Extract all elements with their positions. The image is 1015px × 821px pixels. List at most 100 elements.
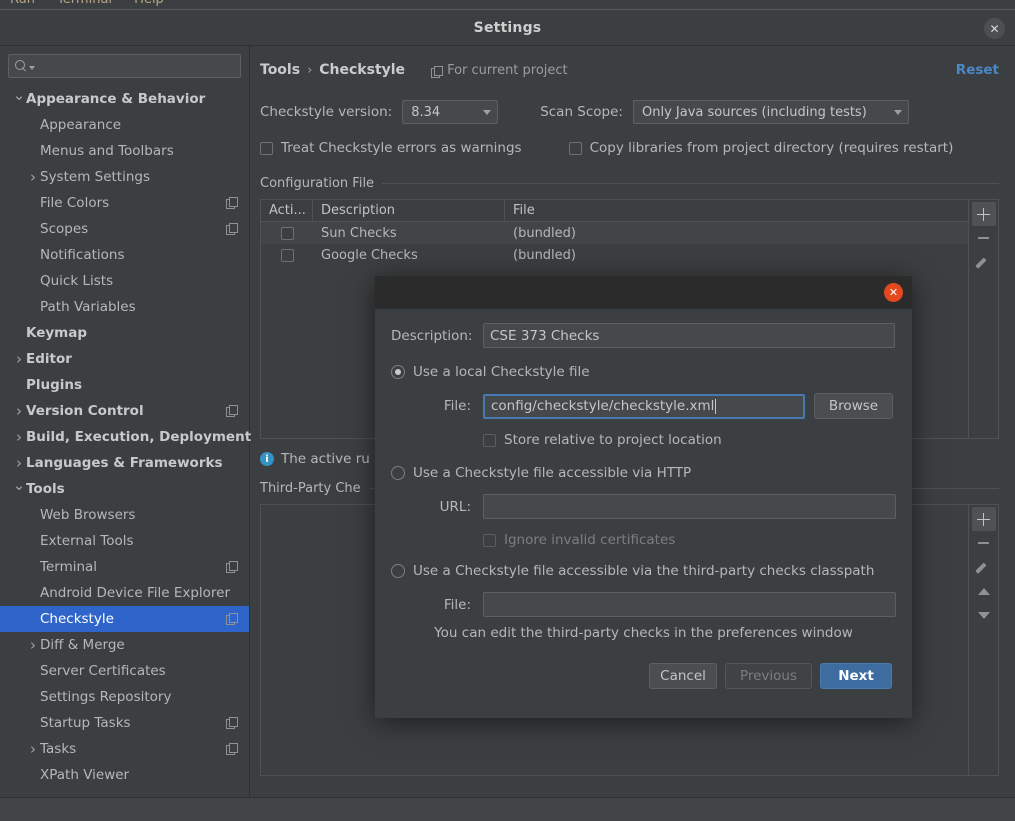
sidebar-item-file-colors[interactable]: File Colors (0, 190, 249, 216)
ignore-invalid-certificates-checkbox[interactable] (483, 533, 496, 547)
cancel-button[interactable]: Cancel (649, 663, 717, 689)
move-down-icon[interactable] (972, 603, 996, 627)
copy-libraries-checkbox[interactable] (568, 141, 582, 155)
sidebar-item-checkstyle[interactable]: Checkstyle (0, 606, 249, 632)
sidebar-item-tools[interactable]: Tools (0, 476, 249, 502)
sidebar-item-terminal[interactable]: Terminal (0, 554, 249, 580)
edit-icon[interactable] (972, 555, 996, 579)
chevron-right-icon[interactable] (12, 456, 26, 471)
ide-menu-item-run[interactable]: Run (10, 0, 35, 7)
local-file-input[interactable]: config/checkstyle/checkstyle.xml (483, 393, 805, 419)
copy-settings-icon[interactable] (226, 743, 238, 755)
use-local-file-radio[interactable] (391, 365, 405, 379)
sidebar-item-build-execution-deployment[interactable]: Build, Execution, Deployment (0, 424, 251, 450)
sidebar-item-label: Terminal (40, 559, 98, 575)
add-icon[interactable] (971, 507, 996, 531)
table-row[interactable]: Sun Checks (bundled) (261, 222, 968, 244)
search-input[interactable] (39, 59, 234, 73)
sidebar-item-version-control[interactable]: Version Control (0, 398, 249, 424)
chevron-right-icon[interactable] (26, 170, 40, 185)
sidebar-item-tasks[interactable]: Tasks (0, 736, 249, 762)
treat-errors-as-warnings-label: Treat Checkstyle errors as warnings (281, 140, 522, 156)
description-field[interactable]: CSE 373 Checks (483, 323, 895, 348)
table-row[interactable]: Google Checks (bundled) (261, 244, 968, 266)
sidebar-item-appearance[interactable]: Appearance (0, 112, 249, 138)
chevron-right-icon[interactable] (26, 742, 40, 757)
sidebar-item-appearance-behavior[interactable]: Appearance & Behavior (0, 86, 249, 112)
sidebar-item-languages-frameworks[interactable]: Languages & Frameworks (0, 450, 249, 476)
settings-tree: Appearance & Behavior Appearance Menus and… (0, 84, 251, 788)
row-active-cell (261, 248, 313, 262)
move-up-icon[interactable] (972, 579, 996, 603)
row-description-cell: Sun Checks (321, 225, 397, 241)
checkstyle-version-select[interactable]: 8.34 (402, 100, 499, 124)
dialog-footer: Cancel Previous Next (391, 663, 896, 689)
description-value: CSE 373 Checks (490, 327, 600, 344)
copy-settings-icon[interactable] (226, 405, 238, 417)
treat-errors-as-warnings-checkbox[interactable] (260, 141, 273, 155)
sidebar-item-quick-lists[interactable]: Quick Lists (0, 268, 249, 294)
chevron-down-icon[interactable] (12, 482, 26, 497)
copy-settings-icon[interactable] (226, 197, 238, 209)
chevron-right-icon[interactable] (12, 430, 26, 445)
sidebar-item-notifications[interactable]: Notifications (0, 242, 249, 268)
sidebar-item-system-settings[interactable]: System Settings (0, 164, 249, 190)
classpath-file-input[interactable] (483, 592, 896, 617)
add-icon[interactable] (971, 202, 996, 226)
chevron-right-icon[interactable] (26, 638, 40, 653)
sidebar-item-xpath-viewer[interactable]: XPath Viewer (0, 762, 249, 788)
close-icon[interactable]: ✕ (884, 283, 903, 302)
breadcrumb-parent[interactable]: Tools (260, 62, 300, 78)
copy-settings-icon[interactable] (226, 717, 238, 729)
scan-scope-value: Only Java sources (including tests) (641, 104, 867, 120)
column-header-description[interactable]: Description (313, 200, 505, 221)
scan-scope-select[interactable]: Only Java sources (including tests) (632, 100, 909, 124)
sidebar-item-web-browsers[interactable]: Web Browsers (0, 502, 249, 528)
remove-icon[interactable] (972, 531, 996, 555)
sidebar-item-server-certificates[interactable]: Server Certificates (0, 658, 249, 684)
ide-menu-item-help[interactable]: Help (134, 0, 164, 7)
row-active-checkbox[interactable] (280, 226, 294, 240)
sidebar-item-label: Plugins (26, 377, 83, 393)
sidebar-item-label: Path Variables (40, 299, 136, 315)
chevron-down-icon[interactable] (29, 66, 35, 70)
sidebar-item-startup-tasks[interactable]: Startup Tasks (0, 710, 249, 736)
sidebar-item-path-variables[interactable]: Path Variables (0, 294, 249, 320)
copy-settings-icon[interactable] (226, 613, 238, 625)
sidebar-item-android-device-file-explorer[interactable]: Android Device File Explorer (0, 580, 249, 606)
remove-icon[interactable] (972, 226, 996, 250)
chevron-down-icon[interactable] (12, 92, 26, 107)
sidebar-item-settings-repository[interactable]: Settings Repository (0, 684, 249, 710)
sidebar-item-scopes[interactable]: Scopes (0, 216, 249, 242)
url-input[interactable] (483, 494, 896, 519)
sidebar-item-editor[interactable]: Editor (0, 346, 249, 372)
use-http-file-radio[interactable] (391, 466, 405, 480)
sidebar-item-label: File Colors (40, 195, 110, 211)
sidebar-item-external-tools[interactable]: External Tools (0, 528, 249, 554)
search-box[interactable] (8, 54, 241, 78)
use-classpath-file-radio[interactable] (391, 564, 405, 578)
sidebar-item-menus-and-toolbars[interactable]: Menus and Toolbars (0, 138, 249, 164)
chevron-right-icon[interactable] (12, 352, 26, 367)
use-http-file-label: Use a Checkstyle file accessible via HTT… (413, 465, 692, 481)
next-button[interactable]: Next (820, 663, 892, 689)
column-header-file[interactable]: File (505, 200, 968, 221)
close-icon[interactable]: ✕ (984, 18, 1005, 39)
column-header-active[interactable]: Acti... (261, 200, 313, 221)
sidebar-item-diff-merge[interactable]: Diff & Merge (0, 632, 249, 658)
sidebar-item-label: Keymap (26, 325, 88, 341)
copy-settings-icon[interactable] (226, 561, 238, 573)
sidebar-item-label: Web Browsers (40, 507, 136, 523)
browse-button[interactable]: Browse (814, 393, 893, 419)
edit-icon[interactable] (972, 250, 996, 274)
copy-settings-icon[interactable] (226, 223, 238, 235)
sidebar-item-plugins[interactable]: Plugins (0, 372, 249, 398)
sidebar-item-keymap[interactable]: Keymap (0, 320, 249, 346)
ide-menu-item-terminal[interactable]: Terminal (57, 0, 112, 7)
row-active-checkbox[interactable] (280, 248, 294, 262)
chevron-right-icon[interactable] (12, 404, 26, 419)
group-divider (382, 183, 999, 184)
url-row: URL: (391, 494, 896, 519)
reset-button[interactable]: Reset (956, 62, 999, 78)
store-relative-checkbox[interactable] (483, 433, 496, 447)
